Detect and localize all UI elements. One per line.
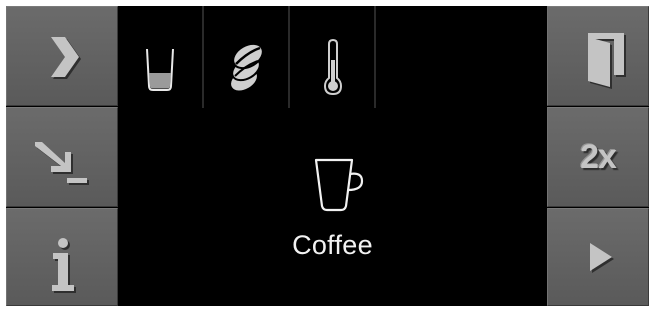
product-display: Coffee bbox=[118, 108, 547, 306]
insert-button[interactable] bbox=[6, 107, 118, 207]
glass-icon bbox=[146, 48, 174, 91]
tab-temperature[interactable] bbox=[290, 6, 376, 108]
door-icon bbox=[588, 33, 626, 89]
coffee-cup-icon bbox=[314, 158, 364, 212]
door-button[interactable] bbox=[547, 6, 649, 106]
display-frame: Coffee 2x bbox=[6, 6, 649, 306]
play-icon bbox=[590, 243, 614, 273]
settings-tab-bar bbox=[118, 6, 547, 108]
chevron-right-icon bbox=[51, 37, 81, 79]
right-button-column: 2x bbox=[547, 6, 649, 306]
info-icon bbox=[52, 238, 76, 293]
next-button[interactable] bbox=[6, 6, 118, 106]
tab-cup-size[interactable] bbox=[118, 6, 204, 108]
coffee-beans-icon bbox=[231, 42, 264, 91]
double-shot-button[interactable]: 2x bbox=[547, 107, 649, 207]
product-name: Coffee bbox=[292, 230, 373, 260]
info-button[interactable] bbox=[6, 208, 118, 306]
thermometer-icon bbox=[323, 38, 343, 96]
arrow-down-right-icon bbox=[35, 142, 89, 185]
start-button[interactable] bbox=[547, 208, 649, 306]
tab-coffee-strength[interactable] bbox=[204, 6, 290, 108]
left-button-column bbox=[6, 6, 118, 306]
double-shot-label: 2x bbox=[580, 138, 617, 176]
tab-empty[interactable] bbox=[376, 6, 547, 108]
